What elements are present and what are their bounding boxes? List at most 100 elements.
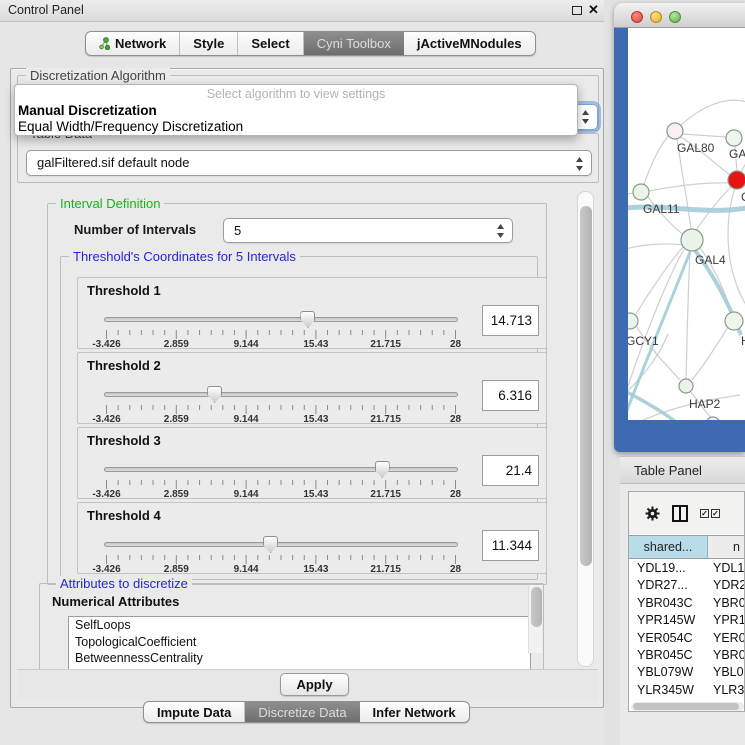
threshold-slider[interactable]: -3.4262.8599.14415.4321.71528 <box>104 458 462 498</box>
tick-label: -3.426 <box>92 414 120 425</box>
threshold-value-field[interactable]: 11.344 <box>482 530 539 561</box>
tick-label: 2.859 <box>164 564 189 575</box>
table-toolbar: ✓ ✓ <box>629 492 744 534</box>
checkbox-icon: ✓ <box>711 509 720 518</box>
table-cell: YPR1 <box>708 612 745 629</box>
slider-track[interactable] <box>104 467 458 472</box>
tick-label: 15.43 <box>303 414 328 425</box>
slider-thumb[interactable] <box>375 461 390 478</box>
tick-label: 9.144 <box>234 489 259 500</box>
threshold-slider[interactable]: -3.4262.8599.14415.4321.71528 <box>104 533 462 573</box>
slider-thumb[interactable] <box>263 536 278 553</box>
threshold-value-field[interactable]: 6.316 <box>482 380 539 411</box>
slider-thumb[interactable] <box>300 311 315 328</box>
threshold-panel: Threshold 4 -3.4262.8599.14415.4321.7152… <box>77 502 547 574</box>
apply-button[interactable]: Apply <box>280 673 349 696</box>
numerical-attributes-list[interactable]: SelfLoopsTopologicalCoefficientBetweenne… <box>68 616 531 669</box>
slider-thumb[interactable] <box>207 386 222 403</box>
table-row[interactable]: YDR27...YDR2 <box>629 577 745 594</box>
attribute-list-item[interactable]: BetweennessCentrality <box>69 650 530 667</box>
threshold-label: Threshold 2 <box>87 358 161 373</box>
column-visibility-icons[interactable]: ✓ ✓ <box>700 509 720 518</box>
network-node[interactable] <box>706 417 720 420</box>
table-row[interactable]: YBR043CYBR0 <box>629 595 745 612</box>
table-panel-titlebar: Table Panel <box>620 456 745 484</box>
table-row[interactable]: YBR045CYBR0 <box>629 647 745 664</box>
network-edge <box>675 100 745 131</box>
tab-select[interactable]: Select <box>238 32 303 55</box>
close-icon[interactable]: ✕ <box>588 2 599 18</box>
network-node[interactable] <box>726 130 742 146</box>
table-rows: YDL19...YDL1YDR27...YDR2YBR043CYBR0YPR14… <box>629 560 745 712</box>
table-row[interactable]: YBL079WYBL0 <box>629 664 745 681</box>
table-cell: YBL0 <box>708 664 745 681</box>
minimize-traffic-light-icon[interactable] <box>650 11 662 23</box>
network-node[interactable] <box>725 312 743 330</box>
network-edge <box>682 134 726 137</box>
network-node-label: GAL11 <box>643 202 680 216</box>
network-node[interactable] <box>633 184 649 200</box>
scrollbar-thumb[interactable] <box>531 587 542 627</box>
tab-network[interactable]: Network <box>86 32 180 55</box>
table-cell: YDR2 <box>708 577 745 594</box>
table-cell: YDR27... <box>629 577 708 594</box>
network-edge <box>649 183 728 191</box>
zoom-traffic-light-icon[interactable] <box>669 11 681 23</box>
slider-track[interactable] <box>104 392 458 397</box>
attributes-list-scrollbar[interactable] <box>528 585 542 653</box>
network-graph-icon <box>99 37 110 50</box>
tab-cyni-toolbox[interactable]: Cyni Toolbox <box>304 32 404 55</box>
float-window-icon[interactable] <box>572 6 582 15</box>
slider-track[interactable] <box>104 542 458 547</box>
dropdown-option-equal-width-frequency[interactable]: Equal Width/Frequency Discretization <box>18 119 243 134</box>
column-header-shared-name[interactable]: shared... <box>629 536 708 558</box>
slider-track[interactable] <box>104 317 458 322</box>
tab-jactivemnodules[interactable]: jActiveMNodules <box>404 32 535 55</box>
network-canvas[interactable]: GAL80GACGAL11GAL4GCY1HHAP2 <box>628 28 745 420</box>
network-edge <box>644 136 668 184</box>
tab-discretize-data[interactable]: Discretize Data <box>245 702 359 722</box>
dropdown-option-manual-discretization[interactable]: Manual Discretization <box>18 103 157 118</box>
table-data-combobox[interactable]: galFiltered.sif default node <box>26 150 592 176</box>
network-node[interactable] <box>679 379 693 393</box>
table-row[interactable]: YER054CYER0 <box>629 630 745 647</box>
slider-tick-labels: -3.4262.8599.14415.4321.71528 <box>104 414 458 426</box>
network-window-titlebar[interactable] <box>614 3 745 28</box>
close-traffic-light-icon[interactable] <box>631 11 643 23</box>
gear-icon[interactable] <box>645 506 660 521</box>
numerical-attributes-label: Numerical Attributes <box>52 594 179 609</box>
number-of-intervals-combobox[interactable]: 5 <box>223 218 513 243</box>
network-node[interactable] <box>728 171 745 189</box>
network-node[interactable] <box>628 313 638 329</box>
attribute-list-item[interactable]: TopologicalCoefficient <box>69 634 530 651</box>
split-columns-icon[interactable] <box>672 505 688 522</box>
table-box: ✓ ✓ shared... n YDL19...YDL1YDR27...YDR2… <box>628 491 745 712</box>
network-node[interactable] <box>667 123 683 139</box>
network-node[interactable] <box>681 229 703 251</box>
threshold-value-field[interactable]: 14.713 <box>482 305 539 336</box>
table-horizontal-scrollbar[interactable] <box>631 702 744 711</box>
threshold-slider[interactable]: -3.4262.8599.14415.4321.71528 <box>104 383 462 423</box>
table-cell: YDL1 <box>708 560 745 577</box>
threshold-value-field[interactable]: 21.4 <box>482 455 539 486</box>
tab-impute-data[interactable]: Impute Data <box>144 702 245 722</box>
tick-label: 9.144 <box>234 564 259 575</box>
threshold-slider[interactable]: -3.4262.8599.14415.4321.71528 <box>104 308 462 348</box>
table-row[interactable]: YPR145WYPR1 <box>629 612 745 629</box>
tab-infer-network[interactable]: Infer Network <box>360 702 469 722</box>
table-row[interactable]: YDL19...YDL1 <box>629 560 745 577</box>
table-row[interactable]: YLR345WYLR3 <box>629 682 745 699</box>
tab-style[interactable]: Style <box>180 32 238 55</box>
tick-label: -3.426 <box>92 489 120 500</box>
scrollbar-thumb[interactable] <box>633 703 739 710</box>
scrollbar-thumb[interactable] <box>580 206 592 566</box>
column-header-name[interactable]: n <box>708 536 745 558</box>
table-header-row: shared... n <box>629 535 745 559</box>
threshold-panel: Threshold 1 -3.4262.8599.14415.4321.7152… <box>77 277 547 349</box>
number-of-intervals-label: Number of Intervals <box>74 222 196 237</box>
stepper-arrows-icon <box>496 223 505 239</box>
settings-scrollbar[interactable] <box>577 191 594 667</box>
table-cell: YDL19... <box>629 560 708 577</box>
threshold-label: Threshold 1 <box>87 283 161 298</box>
attribute-list-item[interactable]: SelfLoops <box>69 617 530 634</box>
